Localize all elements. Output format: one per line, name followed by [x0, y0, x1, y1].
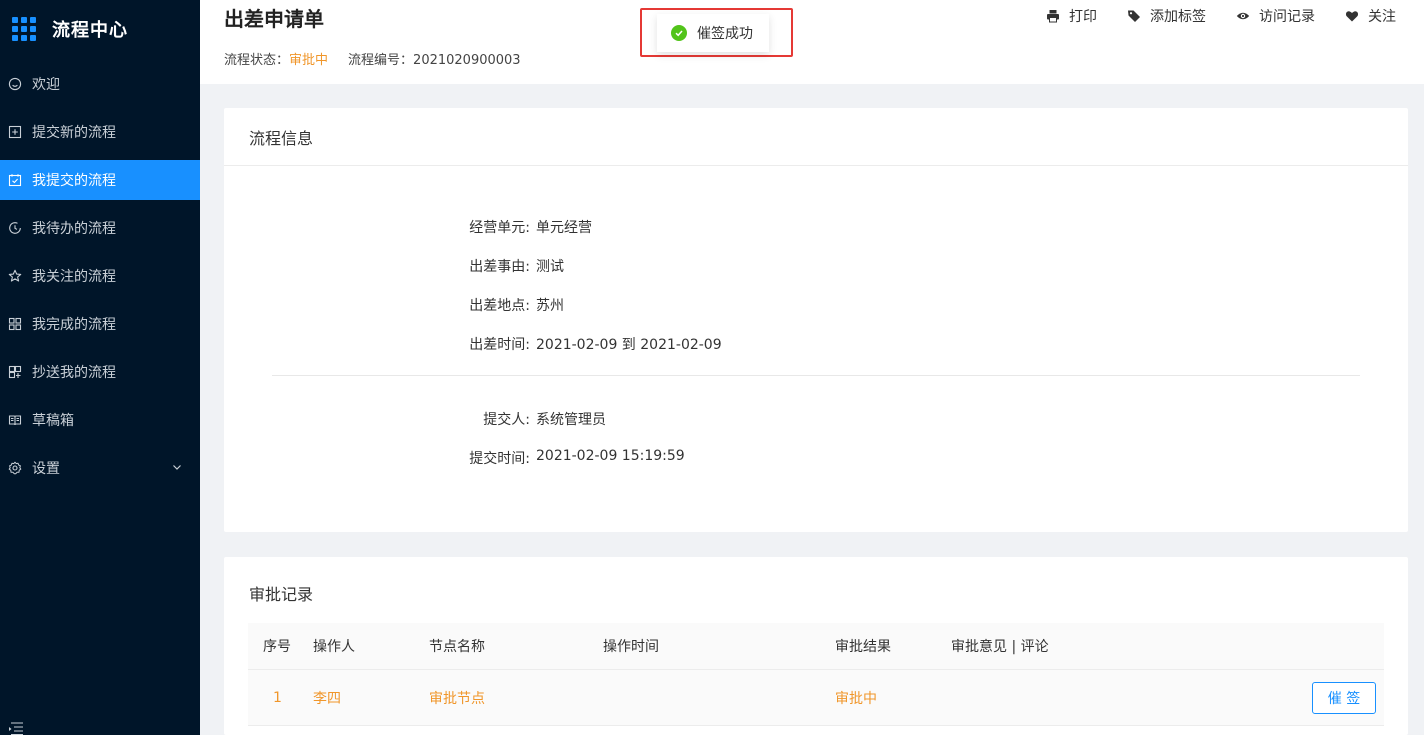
row-index: 1	[273, 689, 282, 706]
field-label: 出差时间:	[469, 337, 530, 353]
sidebar-item-label: 我待办的流程	[32, 221, 116, 237]
sidebar-item-label: 我完成的流程	[32, 317, 116, 333]
app-grid-icon[interactable]	[12, 17, 36, 41]
field-value: 苏州	[536, 298, 564, 314]
sidebar: 流程中心 欢迎 提交新的流程 我提交的流程 我待办的流程 我关注的流程 我完成的…	[0, 0, 200, 735]
column-header: 审批意见 | 评论	[951, 639, 1049, 655]
smile-icon	[8, 77, 22, 91]
field-label: 经营单元:	[469, 220, 530, 236]
sidebar-item-label: 提交新的流程	[32, 125, 116, 141]
column-header: 审批结果	[835, 639, 891, 655]
process-meta: 流程状态：审批中 流程编号：2021020900003	[224, 49, 521, 68]
sidebar-item-drafts[interactable]: 草稿箱	[0, 400, 200, 440]
sidebar-item-label: 草稿箱	[32, 413, 74, 429]
menu-fold-icon[interactable]	[8, 721, 24, 735]
field-value: 系统管理员	[536, 412, 606, 428]
visit-record-label: 访问记录	[1259, 9, 1315, 25]
sidebar-item-submit-new[interactable]: 提交新的流程	[0, 112, 200, 152]
field-value: 2021-02-09 到 2021-02-09	[536, 337, 722, 353]
info-row-submit-time: 提交时间: 2021-02-09 15:19:59	[224, 448, 1408, 468]
info-row-location: 出差地点: 苏州	[224, 295, 1408, 315]
check-square-icon	[8, 173, 22, 187]
status-value: 审批中	[289, 53, 329, 68]
sidebar-item-label: 抄送我的流程	[32, 365, 116, 381]
success-toast: 催签成功	[657, 14, 769, 52]
status-label: 流程状态：	[224, 53, 290, 68]
print-button[interactable]: 打印	[1046, 6, 1097, 26]
heart-icon	[1345, 11, 1359, 22]
app-title: 流程中心	[52, 20, 128, 41]
process-info-card: 流程信息 经营单元: 单元经营 出差事由: 测试 出差地点: 苏州 出差时间: …	[224, 108, 1408, 532]
sidebar-item-welcome[interactable]: 欢迎	[0, 64, 200, 104]
column-header: 操作人	[313, 639, 355, 655]
urge-sign-button[interactable]: 催 签	[1312, 682, 1376, 714]
plus-square-icon	[8, 125, 22, 139]
sidebar-item-label: 我提交的流程	[32, 173, 116, 189]
sidebar-item-cc-me[interactable]: 抄送我的流程	[0, 352, 200, 392]
sidebar-item-label: 我关注的流程	[32, 269, 116, 285]
approval-record-card: 审批记录 序号 操作人 节点名称 操作时间 审批结果 审批意见 | 评论 1 李…	[224, 557, 1408, 735]
sidebar-item-label: 欢迎	[32, 77, 60, 93]
column-header: 序号	[263, 639, 291, 655]
tag-icon	[1128, 10, 1140, 22]
page-title: 出差申请单	[224, 7, 324, 31]
field-label: 提交人:	[483, 412, 530, 428]
eye-icon	[1236, 12, 1250, 20]
info-row-reason: 出差事由: 测试	[224, 256, 1408, 276]
section-divider	[272, 375, 1360, 376]
visit-record-button[interactable]: 访问记录	[1236, 6, 1315, 26]
add-tag-label: 添加标签	[1150, 9, 1206, 25]
chevron-down-icon[interactable]	[172, 462, 182, 472]
field-value: 单元经营	[536, 220, 592, 236]
row-operator: 李四	[313, 690, 341, 707]
sidebar-item-my-submitted[interactable]: 我提交的流程	[0, 160, 200, 200]
header-actions: 打印 添加标签 访问记录 关注	[1046, 6, 1396, 26]
sidebar-item-my-completed[interactable]: 我完成的流程	[0, 304, 200, 344]
approval-record-title: 审批记录	[249, 585, 314, 604]
approval-table: 序号 操作人 节点名称 操作时间 审批结果 审批意见 | 评论 1 李四 审批节…	[248, 623, 1384, 726]
toast-message: 催签成功	[697, 26, 753, 42]
info-row-time: 出差时间: 2021-02-09 到 2021-02-09	[224, 334, 1408, 354]
table-header: 序号 操作人 节点名称 操作时间 审批结果 审批意见 | 评论	[248, 623, 1384, 670]
number-label: 流程编号：	[348, 53, 414, 68]
sidebar-item-my-todo[interactable]: 我待办的流程	[0, 208, 200, 248]
row-result: 审批中	[835, 690, 877, 707]
gear-icon	[8, 461, 22, 475]
add-tag-button[interactable]: 添加标签	[1127, 6, 1206, 26]
page-header: 出差申请单 流程状态：审批中 流程编号：2021020900003 打印 添加标签…	[200, 0, 1424, 84]
table-row: 1 李四 审批节点 审批中 催 签	[248, 670, 1384, 726]
sidebar-item-label: 设置	[32, 461, 60, 477]
column-header: 操作时间	[603, 639, 659, 655]
field-value: 测试	[536, 259, 564, 275]
info-row-submitter: 提交人: 系统管理员	[224, 409, 1408, 429]
process-info-title: 流程信息	[224, 108, 1408, 166]
appstore-icon	[8, 317, 22, 331]
number-value: 2021020900003	[413, 53, 521, 68]
follow-label: 关注	[1368, 9, 1396, 25]
column-header: 节点名称	[429, 639, 485, 655]
star-icon	[8, 269, 22, 283]
follow-button[interactable]: 关注	[1345, 6, 1396, 26]
sidebar-item-settings[interactable]: 设置	[0, 448, 200, 488]
printer-icon	[1047, 10, 1059, 23]
clock-icon	[8, 221, 22, 235]
field-label: 提交时间:	[469, 451, 530, 467]
sidebar-menu: 欢迎 提交新的流程 我提交的流程 我待办的流程 我关注的流程 我完成的流程 抄送…	[0, 64, 200, 488]
row-node: 审批节点	[429, 690, 485, 707]
field-value: 2021-02-09 15:19:59	[536, 448, 685, 464]
info-row-unit: 经营单元: 单元经营	[224, 217, 1408, 237]
success-check-icon	[671, 25, 687, 41]
brand: 流程中心	[0, 0, 200, 58]
field-label: 出差事由:	[469, 259, 530, 275]
print-label: 打印	[1069, 9, 1097, 25]
book-icon	[8, 413, 22, 427]
copy-icon	[8, 365, 22, 379]
sidebar-item-my-followed[interactable]: 我关注的流程	[0, 256, 200, 296]
field-label: 出差地点:	[469, 298, 530, 314]
